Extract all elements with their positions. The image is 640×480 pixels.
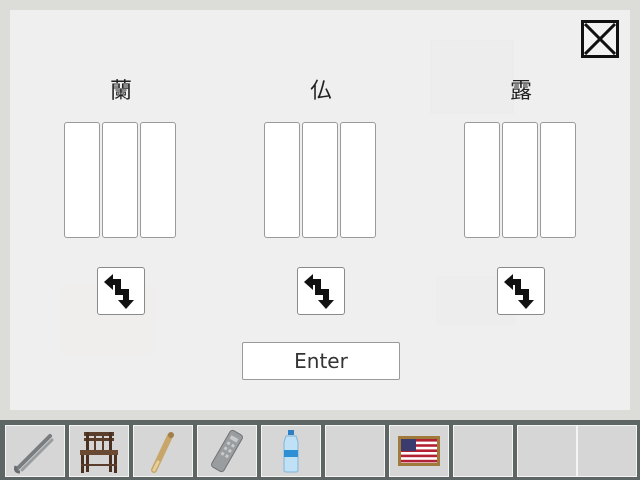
remote-control-icon: [211, 429, 243, 473]
inventory-slot[interactable]: [389, 425, 449, 477]
letter-slot[interactable]: [302, 122, 338, 238]
enter-button[interactable]: Enter: [242, 342, 400, 380]
inventory-slot[interactable]: [517, 425, 577, 477]
close-x-icon: [584, 23, 616, 55]
swap-button[interactable]: [297, 267, 345, 315]
swap-button[interactable]: [97, 267, 145, 315]
swap-arrows-icon: [304, 274, 334, 309]
letter-slot[interactable]: [464, 122, 500, 238]
puzzle-overlay: 蘭 仏 露 Enter: [10, 10, 630, 410]
inventory-slot[interactable]: [197, 425, 257, 477]
swap-arrows-icon: [104, 274, 134, 309]
inventory-slot[interactable]: [325, 425, 385, 477]
inventory-slot[interactable]: [69, 425, 129, 477]
wooden-chair-icon: [80, 432, 118, 473]
letter-slot[interactable]: [502, 122, 538, 238]
inventory-slot[interactable]: [261, 425, 321, 477]
thermometer-icon: [151, 432, 174, 473]
inventory-slot[interactable]: [453, 425, 513, 477]
inventory-slot[interactable]: [5, 425, 65, 477]
water-bottle-icon: [283, 430, 299, 473]
letter-slot[interactable]: [264, 122, 300, 238]
close-button[interactable]: [581, 20, 619, 58]
tongs-icon: [14, 434, 54, 474]
inventory-bar: [0, 420, 640, 480]
letter-slot[interactable]: [540, 122, 576, 238]
letter-slot[interactable]: [102, 122, 138, 238]
letter-slot[interactable]: [140, 122, 176, 238]
inventory-slot[interactable]: [577, 425, 637, 477]
column-character: 蘭: [109, 79, 132, 104]
swap-button[interactable]: [497, 267, 545, 315]
swap-arrows-icon: [504, 274, 534, 309]
letter-slot[interactable]: [64, 122, 100, 238]
letter-slot[interactable]: [340, 122, 376, 238]
inventory-slot[interactable]: [133, 425, 193, 477]
column-character: 仏: [309, 79, 332, 104]
column-character: 露: [509, 79, 532, 104]
us-flag-icon: [398, 436, 440, 466]
